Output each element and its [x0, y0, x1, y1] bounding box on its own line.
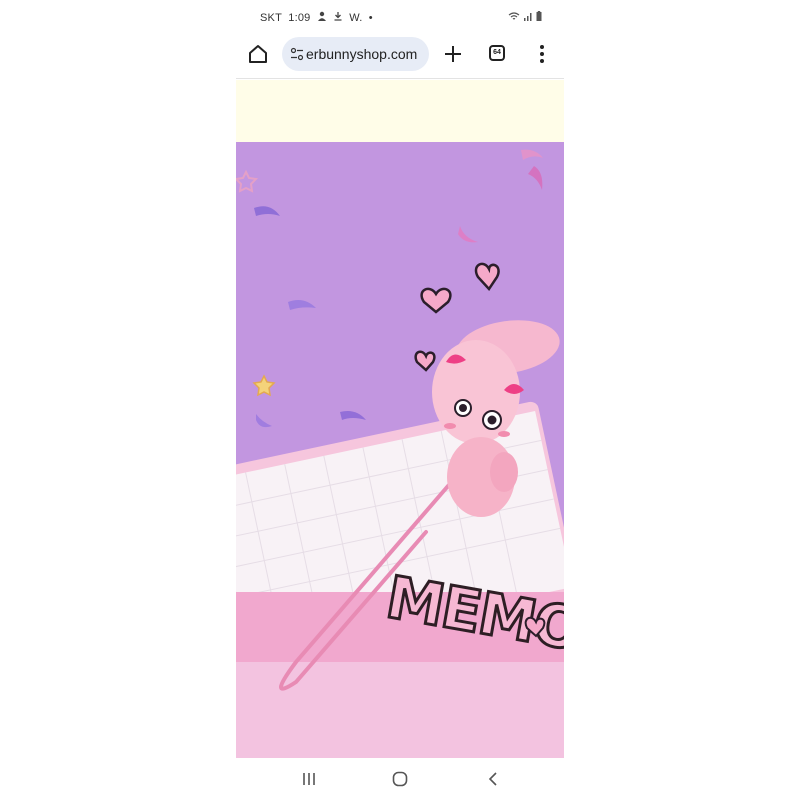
- phone-screen: SKT 1:09 W. • erbunnyshop.com 64 MEMO: [236, 0, 564, 800]
- person-icon: [317, 11, 330, 24]
- status-left: SKT 1:09 W. •: [260, 11, 376, 24]
- system-home-button[interactable]: [391, 770, 409, 788]
- home-icon: [249, 45, 267, 63]
- address-bar[interactable]: erbunnyshop.com: [282, 37, 429, 71]
- product-photo: MEMO: [236, 142, 564, 758]
- notification-text: W.: [349, 12, 363, 24]
- home-circle-icon: [392, 771, 408, 787]
- system-navigation-bar: [236, 758, 564, 800]
- url-text: erbunnyshop.com: [306, 46, 418, 62]
- recents-icon: [303, 773, 315, 785]
- clock: 1:09: [288, 12, 311, 24]
- browser-toolbar: erbunnyshop.com 64: [236, 34, 564, 74]
- top-banner: [236, 80, 564, 142]
- recents-button[interactable]: [300, 770, 318, 788]
- toolbar-divider: [236, 78, 564, 79]
- status-right: [508, 11, 542, 24]
- site-settings-icon[interactable]: [290, 47, 304, 61]
- new-tab-button[interactable]: [440, 41, 466, 67]
- overflow-menu-button[interactable]: [534, 43, 550, 65]
- status-bar: SKT 1:09 W. •: [236, 6, 564, 28]
- wifi-icon: [509, 12, 520, 20]
- system-back-button[interactable]: [484, 770, 502, 788]
- download-icon: [333, 12, 346, 24]
- more-vert-icon: [540, 45, 544, 63]
- battery-icon: [536, 11, 542, 21]
- tab-switcher-button[interactable]: 64: [489, 45, 505, 61]
- plus-icon: [445, 46, 461, 62]
- back-icon: [488, 772, 497, 786]
- carrier-label: SKT: [260, 12, 282, 24]
- more-notifications-dot: •: [368, 12, 373, 24]
- signal-icon: [524, 13, 532, 21]
- home-button[interactable]: [246, 42, 270, 66]
